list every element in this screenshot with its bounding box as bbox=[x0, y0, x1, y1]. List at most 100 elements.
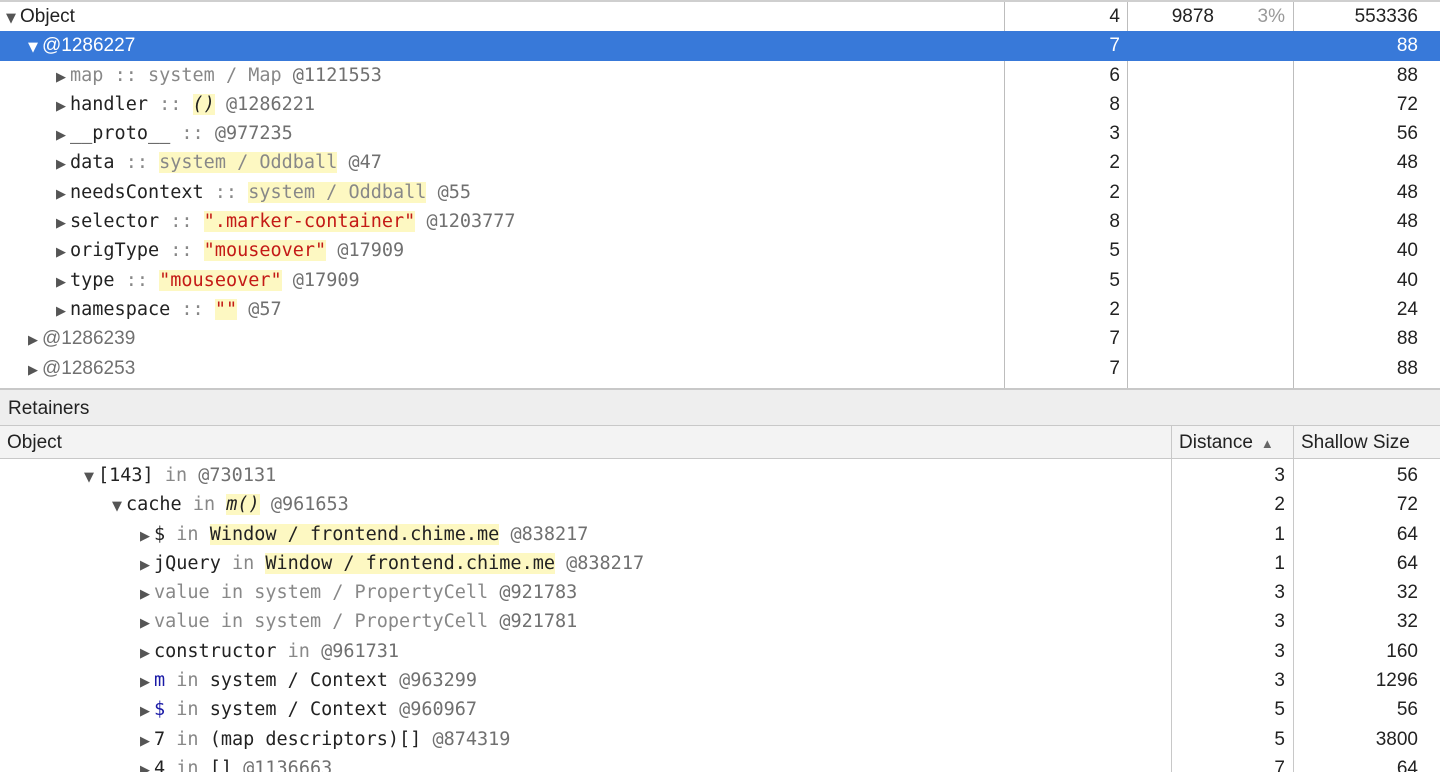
heap-row-property[interactable]: ▶ map :: system / Map @1121553 6 88 bbox=[0, 61, 1440, 90]
collapsed-triangle-icon[interactable]: ▶ bbox=[56, 63, 70, 92]
distance-cell: 7 bbox=[1109, 328, 1120, 350]
distance-cell: 4 bbox=[1109, 6, 1120, 27]
retainer-row[interactable]: ▶ $ in Window / frontend.chime.me @838217… bbox=[0, 520, 1440, 549]
object-id: @1286239 bbox=[42, 328, 136, 350]
collapsed-triangle-icon[interactable]: ▶ bbox=[140, 551, 154, 580]
shallow-size-cell: 72 bbox=[1396, 494, 1418, 516]
property-string-value: ".marker-container" bbox=[203, 211, 416, 233]
heap-row-property[interactable]: ▶ handler :: () @1286221 8 72 bbox=[0, 90, 1440, 119]
retainer-key: $ bbox=[154, 523, 166, 545]
object-id: @55 bbox=[437, 181, 471, 203]
collapsed-triangle-icon[interactable]: ▶ bbox=[140, 522, 154, 551]
retainer-type: m() bbox=[226, 494, 260, 516]
property-key: needsContext bbox=[70, 181, 204, 203]
shallow-size-cell: 88 bbox=[1396, 357, 1418, 379]
heap-row-object[interactable]: ▶ @1286239 7 88 bbox=[0, 324, 1440, 353]
distance-cell: 3 bbox=[1274, 670, 1285, 692]
collapsed-triangle-icon[interactable]: ▶ bbox=[140, 697, 154, 726]
retainers-table: ▼ [143] in @730131 3 56 ▼ cache in m() @96… bbox=[0, 459, 1440, 772]
retainer-row[interactable]: ▶ $ in system / Context @960967 5 56 bbox=[0, 695, 1440, 724]
heap-row-property[interactable]: ▶ origType :: "mouseover" @17909 5 40 bbox=[0, 236, 1440, 265]
shallow-size-cell: 72 bbox=[1396, 93, 1418, 115]
separator: :: bbox=[214, 181, 238, 203]
object-id: @1286227 bbox=[42, 35, 136, 57]
object-id: @1286253 bbox=[42, 357, 136, 379]
shallow-size-cell: 160 bbox=[1386, 640, 1418, 662]
in-keyword: in bbox=[176, 699, 199, 721]
distance-cell: 6 bbox=[1109, 64, 1120, 86]
object-id: @838217 bbox=[510, 523, 589, 545]
collapsed-triangle-icon[interactable]: ▶ bbox=[140, 639, 154, 668]
heap-row-object[interactable]: ▶ @1286253 7 88 bbox=[0, 354, 1440, 383]
distance-cell: 5 bbox=[1274, 728, 1285, 750]
collapsed-triangle-icon[interactable]: ▶ bbox=[56, 268, 70, 297]
in-keyword: in bbox=[220, 611, 244, 633]
property-key: origType bbox=[70, 240, 160, 262]
heap-row-property[interactable]: ▶ data :: system / Oddball @47 2 48 bbox=[0, 148, 1440, 177]
property-string-value: "mouseover" bbox=[203, 240, 327, 262]
collapsed-triangle-icon[interactable]: ▶ bbox=[140, 727, 154, 756]
collapsed-triangle-icon[interactable]: ▶ bbox=[140, 609, 154, 638]
shallow-size-cell: 88 bbox=[1396, 328, 1418, 350]
retainer-row[interactable]: ▶ jQuery in Window / frontend.chime.me @8… bbox=[0, 549, 1440, 578]
retainer-row[interactable]: ▶ m in system / Context @963299 3 1296 bbox=[0, 666, 1440, 695]
retainer-row[interactable]: ▶ value in system / PropertyCell @921783 … bbox=[0, 578, 1440, 607]
retainer-row[interactable]: ▶ value in system / PropertyCell @921781 … bbox=[0, 607, 1440, 636]
property-key: namespace bbox=[70, 298, 171, 320]
retainer-row[interactable]: ▼ [143] in @730131 3 56 bbox=[0, 461, 1440, 490]
expanded-triangle-icon[interactable]: ▼ bbox=[28, 33, 42, 62]
distance-cell: 5 bbox=[1274, 699, 1285, 721]
collapsed-triangle-icon[interactable]: ▶ bbox=[28, 326, 42, 355]
heap-row-property[interactable]: ▶ needsContext :: system / Oddball @55 2 … bbox=[0, 178, 1440, 207]
expanded-triangle-icon[interactable]: ▼ bbox=[84, 463, 98, 492]
shallow-size-cell: 48 bbox=[1396, 211, 1418, 233]
object-id: @1121553 bbox=[292, 64, 382, 86]
collapsed-triangle-icon[interactable]: ▶ bbox=[140, 580, 154, 609]
collapsed-triangle-icon[interactable]: ▶ bbox=[56, 180, 70, 209]
expanded-triangle-icon[interactable]: ▼ bbox=[6, 4, 20, 33]
retainer-type: system / PropertyCell bbox=[254, 611, 489, 633]
distance-cell: 5 bbox=[1109, 240, 1120, 262]
shallow-size-cell: 553336 bbox=[1354, 6, 1418, 27]
shallow-size-cell: 64 bbox=[1396, 757, 1418, 772]
retainer-row[interactable]: ▶ constructor in @961731 3 160 bbox=[0, 637, 1440, 666]
heap-row-property[interactable]: ▶ selector :: ".marker-container" @120377… bbox=[0, 207, 1440, 236]
column-header-object[interactable]: Object bbox=[0, 426, 62, 458]
retainers-section-title[interactable]: Retainers bbox=[0, 388, 1440, 426]
heap-row-object-constructor[interactable]: ▼ Object 4 9878 3% 553336 bbox=[0, 2, 1440, 31]
distance-cell: 3 bbox=[1274, 582, 1285, 604]
object-id: @977235 bbox=[214, 123, 293, 145]
retainer-key: constructor bbox=[154, 640, 277, 662]
collapsed-triangle-icon[interactable]: ▶ bbox=[56, 92, 70, 121]
retainer-row[interactable]: ▼ cache in m() @961653 2 72 bbox=[0, 490, 1440, 519]
heap-row-property[interactable]: ▶ type :: "mouseover" @17909 5 40 bbox=[0, 266, 1440, 295]
collapsed-triangle-icon[interactable]: ▶ bbox=[28, 356, 42, 385]
expanded-triangle-icon[interactable]: ▼ bbox=[112, 492, 126, 521]
shallow-size-cell: 32 bbox=[1396, 611, 1418, 633]
collapsed-triangle-icon[interactable]: ▶ bbox=[56, 209, 70, 238]
property-key: __proto__ bbox=[70, 123, 171, 145]
object-id: @17909 bbox=[292, 269, 360, 291]
retainer-key: value bbox=[154, 611, 210, 633]
collapsed-triangle-icon[interactable]: ▶ bbox=[140, 668, 154, 697]
object-count-cell: 9878 bbox=[1171, 6, 1214, 27]
property-type: system / Oddball bbox=[159, 152, 338, 174]
property-string-value: "mouseover" bbox=[159, 269, 282, 291]
column-header-shallow-size[interactable]: Shallow Size bbox=[1294, 426, 1410, 458]
collapsed-triangle-icon[interactable]: ▶ bbox=[56, 150, 70, 179]
property-key: type bbox=[70, 269, 115, 291]
heap-row-property[interactable]: ▶ namespace :: "" @57 2 24 bbox=[0, 295, 1440, 324]
heap-row-selected[interactable]: ▼ @1286227 7 88 bbox=[0, 31, 1440, 62]
heap-row-property[interactable]: ▶ __proto__ :: @977235 3 56 bbox=[0, 119, 1440, 148]
collapsed-triangle-icon[interactable]: ▶ bbox=[56, 238, 70, 267]
column-header-distance[interactable]: Distance ▲ bbox=[1172, 426, 1274, 458]
distance-cell: 3 bbox=[1274, 611, 1285, 633]
collapsed-triangle-icon[interactable]: ▶ bbox=[56, 297, 70, 326]
in-keyword: in bbox=[176, 728, 199, 750]
collapsed-triangle-icon[interactable]: ▶ bbox=[56, 121, 70, 150]
retainer-key: $ bbox=[154, 699, 166, 721]
object-id: @17909 bbox=[337, 240, 405, 262]
object-id: @730131 bbox=[198, 465, 277, 486]
retainer-row[interactable]: ▶ 4 in [] @1136663 7 64 bbox=[0, 754, 1440, 772]
retainer-row[interactable]: ▶ 7 in (map descriptors)[] @874319 5 3800 bbox=[0, 725, 1440, 754]
